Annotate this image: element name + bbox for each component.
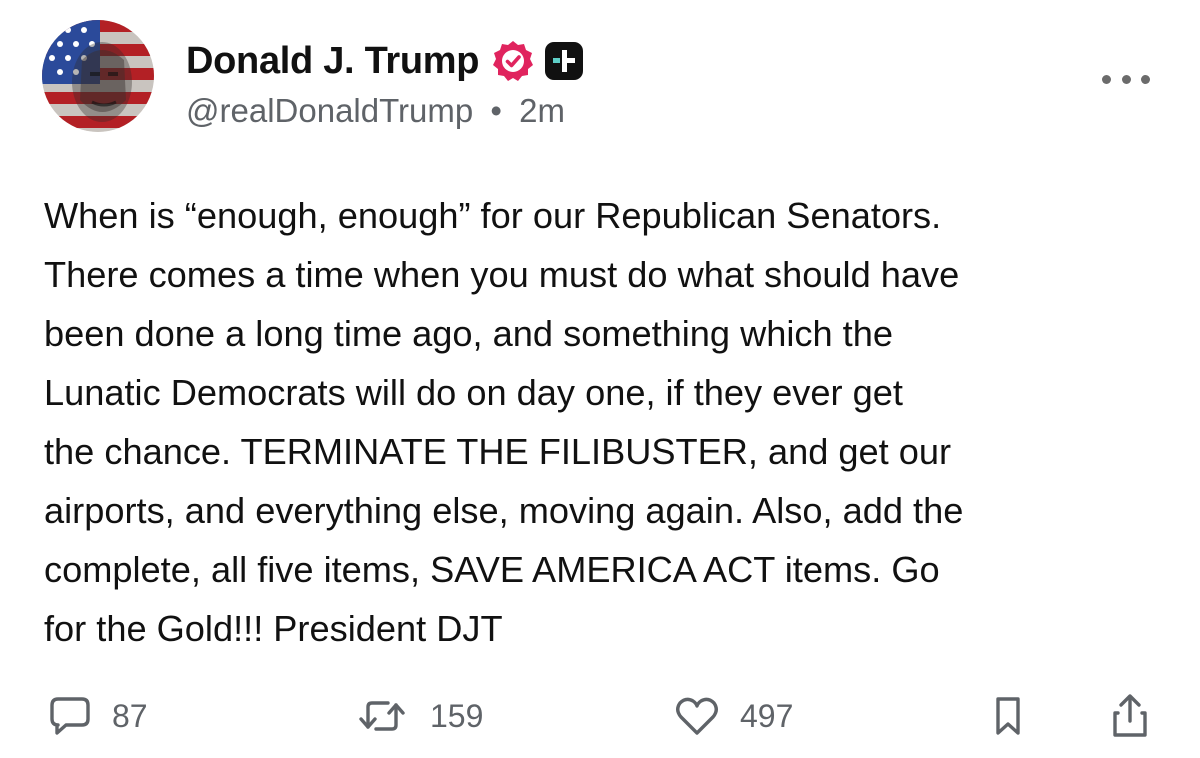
- author-name-row: Donald J. Trump: [186, 36, 584, 86]
- dot: [1102, 74, 1111, 84]
- reply-button[interactable]: 87: [48, 686, 148, 746]
- dot: [1121, 74, 1131, 84]
- post-actions: 87 159 497: [0, 686, 1200, 746]
- share-icon: [1113, 694, 1147, 737]
- repost-button[interactable]: 159: [354, 686, 483, 746]
- like-count: 497: [740, 697, 794, 734]
- dot: [1141, 74, 1150, 84]
- post-text: When is “enough, enough” for our Republi…: [44, 195, 964, 649]
- bookmark-button[interactable]: [992, 686, 1024, 746]
- repost-count: 159: [430, 697, 484, 734]
- author-handle-row: @realDonaldTrump • 2m: [186, 92, 565, 130]
- avatar[interactable]: [42, 20, 154, 132]
- share-button[interactable]: [1110, 686, 1150, 746]
- post-timestamp[interactable]: 2m: [519, 92, 565, 129]
- more-options-icon[interactable]: [1102, 66, 1150, 92]
- heart-icon: [676, 697, 718, 735]
- reply-count: 87: [112, 697, 148, 734]
- verified-badge-icon: [491, 39, 535, 83]
- repost-icon: [359, 701, 405, 731]
- separator-dot: •: [490, 92, 502, 129]
- bookmark-icon: [996, 697, 1020, 735]
- author-handle[interactable]: @realDonaldTrump: [186, 92, 473, 129]
- avatar-image: [42, 20, 154, 132]
- plus-badge-icon: [545, 42, 584, 80]
- author-display-name[interactable]: Donald J. Trump: [186, 40, 480, 83]
- like-button[interactable]: 497: [674, 686, 793, 746]
- comment-icon: [50, 697, 90, 735]
